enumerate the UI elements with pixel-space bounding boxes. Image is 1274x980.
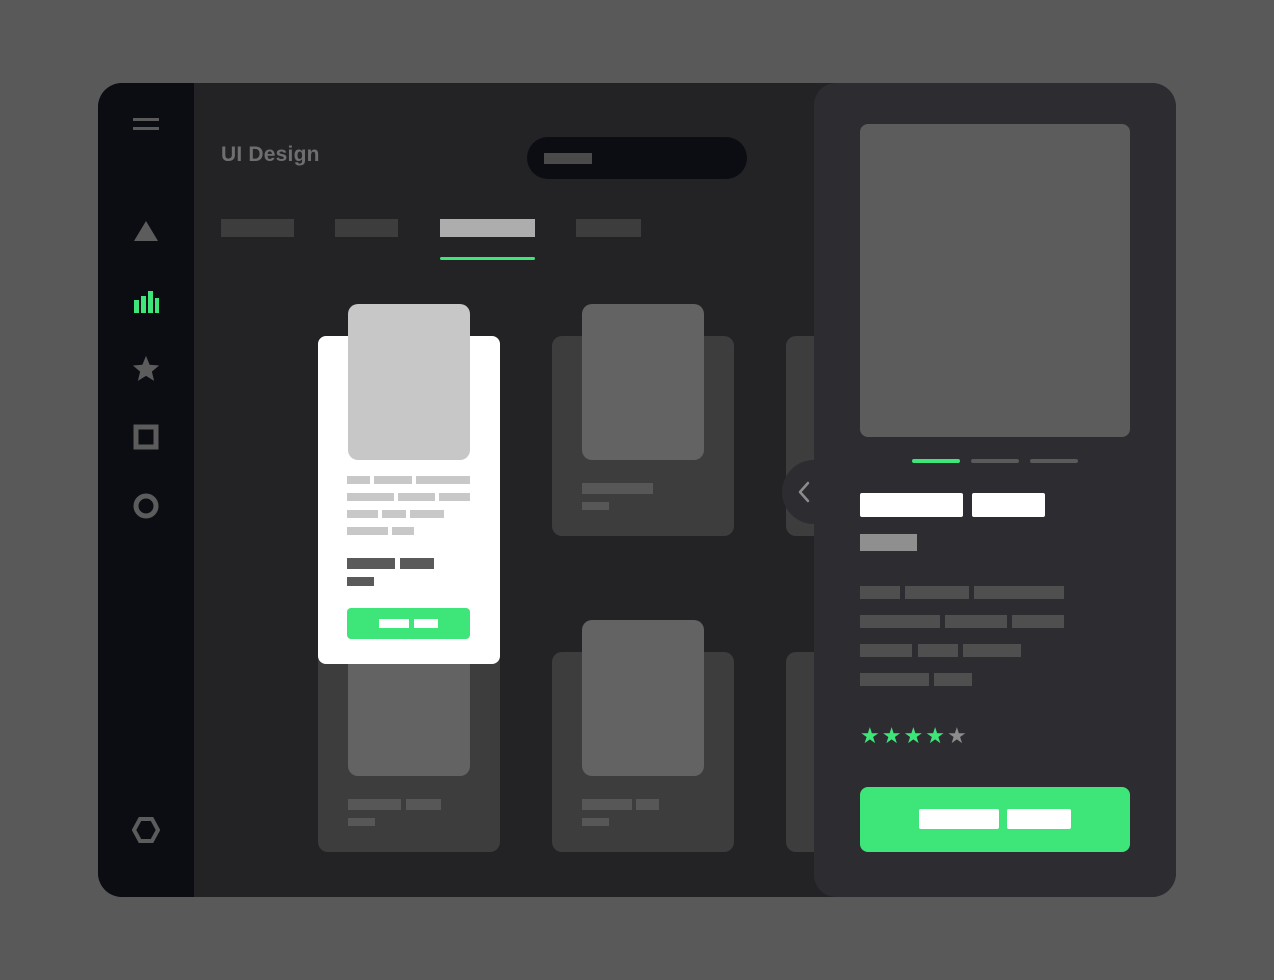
product-description bbox=[860, 615, 940, 628]
product-card-description bbox=[439, 493, 470, 501]
tab-2[interactable] bbox=[335, 219, 398, 237]
product-card-price bbox=[348, 818, 375, 826]
product-card-description bbox=[374, 476, 412, 484]
product-title bbox=[860, 493, 963, 517]
triangle-icon[interactable] bbox=[98, 211, 194, 251]
hexagon-icon[interactable] bbox=[98, 810, 194, 850]
product-card-title bbox=[347, 558, 395, 569]
rating-stars: ★ ★ ★ ★ ★ bbox=[860, 724, 967, 748]
button-label bbox=[919, 809, 999, 829]
tab-3-active[interactable] bbox=[440, 219, 535, 237]
chevron-left-icon bbox=[798, 481, 810, 503]
star-empty-icon: ★ bbox=[946, 723, 967, 748]
product-card-description bbox=[347, 476, 370, 484]
active-tab-indicator bbox=[440, 257, 535, 260]
button-label bbox=[379, 619, 409, 628]
app-window: UI Design ★ ★ ★ ★ ★ bbox=[98, 83, 1176, 897]
product-hero-image bbox=[860, 124, 1130, 437]
product-card-description bbox=[382, 510, 406, 518]
buy-button[interactable] bbox=[860, 787, 1130, 852]
search-input[interactable] bbox=[527, 137, 747, 179]
product-card-description bbox=[392, 527, 414, 535]
button-label bbox=[414, 619, 438, 628]
search-placeholder bbox=[544, 152, 592, 164]
product-card-title bbox=[406, 799, 441, 810]
product-card-description bbox=[416, 476, 470, 484]
tab-4[interactable] bbox=[576, 219, 641, 237]
button-label bbox=[1007, 809, 1071, 829]
product-card-description bbox=[347, 510, 378, 518]
product-card-image bbox=[582, 304, 704, 460]
star-filled-icon: ★ bbox=[903, 723, 924, 748]
product-card-description bbox=[347, 527, 388, 535]
product-description bbox=[974, 586, 1064, 599]
bar-chart-icon[interactable] bbox=[98, 281, 194, 321]
square-icon[interactable] bbox=[98, 417, 194, 457]
product-card-price bbox=[582, 818, 609, 826]
product-card-title bbox=[400, 558, 434, 569]
product-card-title bbox=[582, 483, 653, 494]
product-card-price bbox=[347, 577, 374, 586]
product-title bbox=[972, 493, 1045, 517]
product-description bbox=[945, 615, 1007, 628]
carousel-dot[interactable] bbox=[1030, 459, 1078, 463]
product-card-description bbox=[398, 493, 435, 501]
product-card-price bbox=[582, 502, 609, 510]
product-card-title bbox=[582, 799, 632, 810]
product-card-image bbox=[582, 620, 704, 776]
product-card-title bbox=[636, 799, 659, 810]
carousel-dot[interactable] bbox=[971, 459, 1019, 463]
product-description bbox=[963, 644, 1021, 657]
star-filled-icon: ★ bbox=[925, 723, 945, 748]
product-card-description bbox=[410, 510, 444, 518]
star-filled-icon: ★ bbox=[881, 723, 902, 748]
carousel-dot-active[interactable] bbox=[912, 459, 960, 463]
product-description bbox=[860, 644, 912, 657]
page-title: UI Design bbox=[221, 143, 320, 166]
product-description bbox=[860, 586, 900, 599]
sidebar bbox=[98, 83, 194, 897]
product-description bbox=[1012, 615, 1064, 628]
product-card-title bbox=[348, 799, 401, 810]
menu-icon[interactable] bbox=[98, 105, 194, 145]
product-description bbox=[860, 673, 929, 686]
star-icon[interactable] bbox=[98, 349, 194, 389]
add-to-cart-button[interactable] bbox=[347, 608, 470, 639]
product-detail-panel: ★ ★ ★ ★ ★ bbox=[814, 83, 1176, 897]
product-description bbox=[934, 673, 972, 686]
circle-icon[interactable] bbox=[98, 486, 194, 526]
star-filled-icon: ★ bbox=[860, 723, 880, 748]
product-card-description bbox=[347, 493, 394, 501]
product-description bbox=[918, 644, 958, 657]
product-price bbox=[860, 534, 917, 551]
product-card-image bbox=[348, 304, 470, 460]
tab-1[interactable] bbox=[221, 219, 294, 237]
product-description bbox=[905, 586, 969, 599]
